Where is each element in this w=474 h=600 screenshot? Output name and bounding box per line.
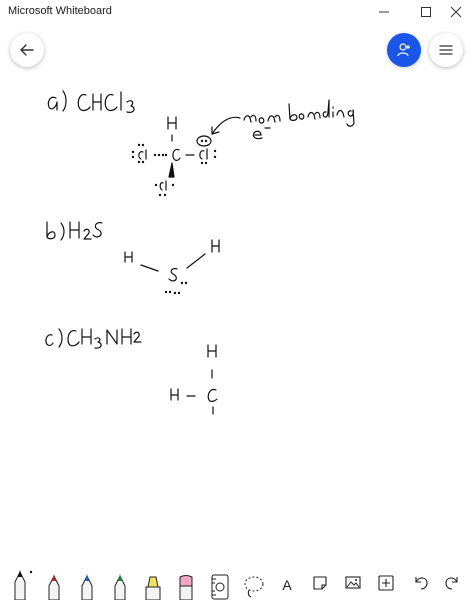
pen-icon	[114, 574, 126, 600]
pen-icon	[48, 574, 60, 600]
eraser-icon	[179, 575, 193, 600]
molecule-a-drawing	[131, 116, 217, 197]
ruler-icon	[211, 574, 229, 600]
invite-button[interactable]	[387, 33, 421, 67]
label-b-h2s	[46, 221, 103, 241]
label-c-ch3nh2	[45, 328, 142, 349]
hamburger-menu-icon	[439, 45, 453, 55]
eraser-tool[interactable]	[172, 566, 200, 600]
lasso-icon	[244, 576, 264, 598]
molecule-c-drawing	[170, 344, 218, 415]
pen-icon	[14, 570, 33, 600]
molecule-b-drawing	[124, 239, 220, 295]
add-icon	[378, 575, 394, 591]
back-button[interactable]	[10, 33, 44, 67]
image-tool[interactable]	[339, 566, 367, 600]
pen-red-tool[interactable]	[40, 566, 68, 600]
pen-green-tool[interactable]	[106, 566, 134, 600]
add-person-icon	[397, 43, 410, 57]
text-tool-label: A	[282, 577, 292, 593]
note-tool[interactable]	[306, 566, 334, 600]
pen-blue-tool[interactable]	[73, 566, 101, 600]
undo-icon	[415, 577, 428, 590]
whiteboard-canvas[interactable]	[0, 0, 474, 560]
inking-toolbar: A	[0, 566, 474, 600]
pen-black-tool[interactable]	[6, 566, 34, 600]
label-a-chcl3	[47, 90, 135, 113]
image-icon	[345, 576, 361, 589]
pen-icon	[81, 574, 93, 600]
redo-icon	[445, 577, 458, 590]
text-icon: A	[282, 577, 292, 593]
menu-button[interactable]	[429, 33, 463, 67]
redo-button[interactable]	[439, 566, 467, 600]
ruler-tool[interactable]	[206, 566, 234, 600]
highlighter-icon	[145, 576, 161, 600]
highlighter-tool[interactable]	[139, 566, 167, 600]
text-tool[interactable]: A	[273, 566, 301, 600]
arrow-left-icon	[20, 44, 34, 56]
annotation-nonbonding	[211, 99, 355, 140]
undo-button[interactable]	[406, 566, 434, 600]
lasso-tool[interactable]	[240, 566, 268, 600]
insert-tool[interactable]	[372, 566, 400, 600]
whiteboard-window: Microsoft Whiteboard A	[0, 0, 474, 600]
sticky-note-icon	[313, 576, 327, 590]
